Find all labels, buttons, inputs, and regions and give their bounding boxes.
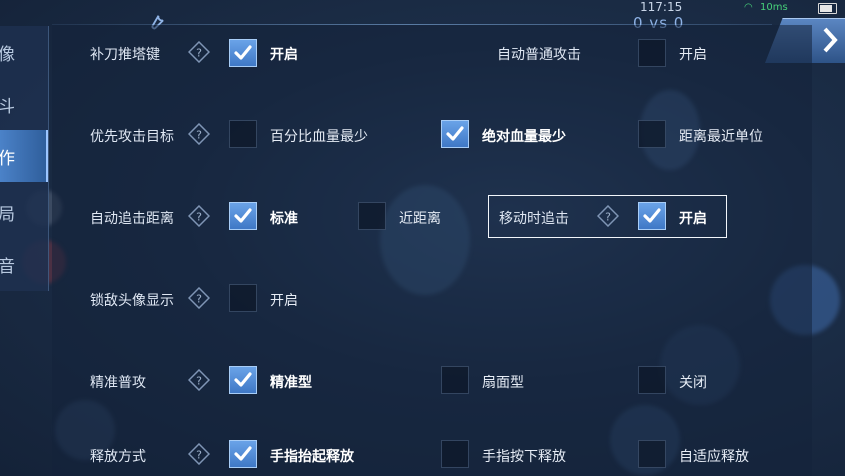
precise-attack-precise-checkbox[interactable] <box>229 366 257 394</box>
ping-readout: 10ms <box>760 2 788 13</box>
auto-attack-checkbox[interactable] <box>638 39 666 67</box>
help-icon[interactable] <box>188 205 210 227</box>
precise-attack-fan-option: 扇面型 <box>482 375 524 391</box>
checkmark-icon <box>233 444 253 464</box>
settings-panel <box>52 25 812 476</box>
priority-target-option-1-checkbox[interactable] <box>229 120 257 148</box>
release-mode-press-option: 手指按下释放 <box>482 449 566 465</box>
help-icon[interactable] <box>188 443 210 465</box>
auto-chase-near-checkbox[interactable] <box>358 202 386 230</box>
sidebar-item-layout[interactable]: 局 <box>0 186 48 238</box>
checkmark-icon <box>233 43 253 63</box>
checkmark-icon <box>233 206 253 226</box>
sidebar-item-sound[interactable]: 音 <box>0 238 48 290</box>
help-icon[interactable] <box>188 41 210 63</box>
release-mode-press-checkbox[interactable] <box>441 440 469 468</box>
game-clock: 117:15 <box>640 0 683 14</box>
sidebar-item-label: 像 <box>0 44 15 65</box>
priority-target-option-3: 距离最近单位 <box>679 129 763 145</box>
release-mode-adaptive-option: 自适应释放 <box>679 449 749 465</box>
sidebar-item-label: 音 <box>0 256 15 277</box>
sidebar-item-label: 斗 <box>0 96 15 117</box>
status-bar: 117:15 0 vs 0 ◠ 10ms <box>0 0 845 32</box>
settings-sidebar: 像 斗 作 局 音 <box>0 26 49 291</box>
precise-attack-off-checkbox[interactable] <box>638 366 666 394</box>
priority-target-label: 优先攻击目标 <box>90 129 174 145</box>
precise-attack-precise-option: 精准型 <box>270 375 312 391</box>
priority-target-option-1: 百分比血量最少 <box>270 129 368 145</box>
chase-while-moving-checkbox[interactable] <box>638 202 666 230</box>
auto-attack-option: 开启 <box>679 47 707 63</box>
sidebar-item-label: 作 <box>0 148 15 169</box>
precise-attack-label: 精准普攻 <box>90 375 146 391</box>
priority-target-option-2-checkbox[interactable] <box>441 120 469 148</box>
lock-enemy-avatar-checkbox[interactable] <box>229 284 257 312</box>
last-hit-tower-label: 补刀推塔键 <box>90 47 160 63</box>
lock-enemy-avatar-option: 开启 <box>270 293 298 309</box>
sidebar-item-label: 局 <box>0 204 15 225</box>
chevron-right-icon <box>823 27 838 53</box>
last-hit-tower-checkbox[interactable] <box>229 39 257 67</box>
precise-attack-off-option: 关闭 <box>679 375 707 391</box>
release-mode-label: 释放方式 <box>90 449 146 465</box>
help-icon[interactable] <box>188 123 210 145</box>
sidebar-item-controls[interactable]: 作 <box>0 130 48 182</box>
help-icon[interactable] <box>188 369 210 391</box>
sidebar-item-combat[interactable]: 斗 <box>0 78 48 130</box>
lock-enemy-avatar-label: 锁敌头像显示 <box>90 293 174 309</box>
precise-attack-fan-checkbox[interactable] <box>441 366 469 394</box>
auto-chase-near-option: 近距离 <box>399 211 441 227</box>
help-icon[interactable] <box>597 205 619 227</box>
priority-target-option-3-checkbox[interactable] <box>638 120 666 148</box>
release-mode-lift-option: 手指抬起释放 <box>270 449 354 465</box>
battery-icon <box>818 3 837 14</box>
priority-target-option-2: 绝对血量最少 <box>482 129 566 145</box>
wifi-icon: ◠ <box>744 2 753 13</box>
release-mode-adaptive-checkbox[interactable] <box>638 440 666 468</box>
help-icon[interactable] <box>188 287 210 309</box>
chase-while-moving-option: 开启 <box>679 211 707 227</box>
sidebar-item-image[interactable]: 像 <box>0 26 48 78</box>
auto-chase-standard-option: 标准 <box>270 211 298 227</box>
auto-attack-label: 自动普通攻击 <box>497 47 581 63</box>
auto-chase-standard-checkbox[interactable] <box>229 202 257 230</box>
last-hit-tower-option: 开启 <box>270 47 298 63</box>
release-mode-lift-checkbox[interactable] <box>229 440 257 468</box>
chase-while-moving-label: 移动时追击 <box>499 211 569 227</box>
checkmark-icon <box>642 206 662 226</box>
checkmark-icon <box>233 370 253 390</box>
auto-chase-distance-label: 自动追击距离 <box>90 211 174 227</box>
checkmark-icon <box>445 124 465 144</box>
